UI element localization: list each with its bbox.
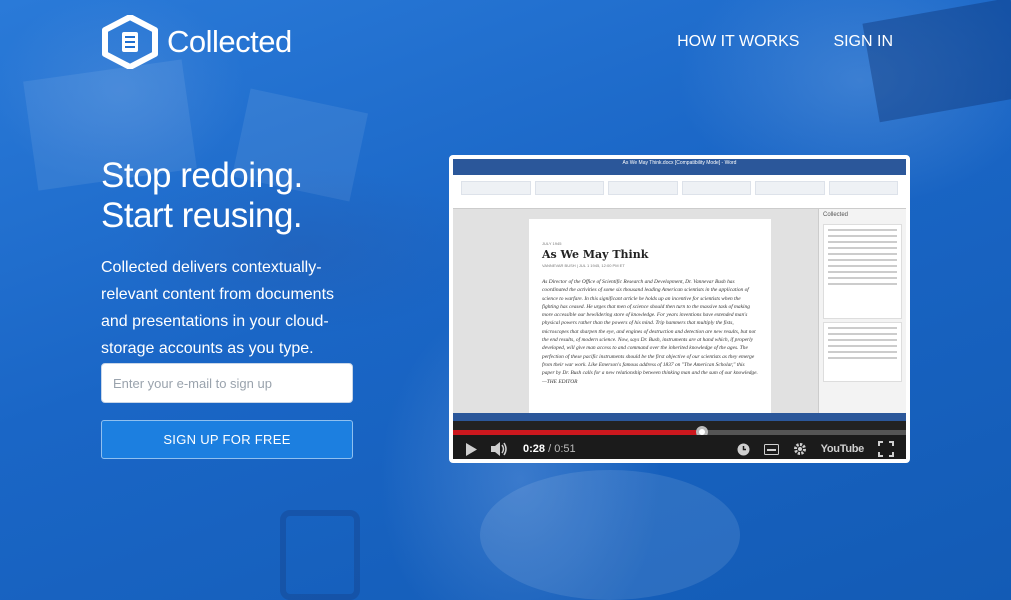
youtube-logo[interactable]: YouTube	[821, 443, 865, 455]
background-person	[480, 470, 740, 600]
document-body: As Director of the Office of Scientific …	[542, 279, 758, 385]
text-line	[828, 253, 897, 255]
collected-side-panel: Collected	[818, 209, 906, 413]
hero-description: Collected delivers contextually-relevant…	[101, 259, 335, 357]
video-controls: 0:28 / 0:51 YouTube	[453, 435, 906, 459]
sign-up-button[interactable]: SIGN UP FOR FREE	[101, 420, 353, 459]
captions-icon[interactable]	[763, 443, 779, 455]
ribbon-group	[534, 181, 604, 195]
document-page: JULY 1945 As We May Think VANNEVAR BUSH …	[529, 219, 771, 419]
ribbon-group	[608, 181, 678, 195]
hero-section: Stop redoing. Start reusing. Collected d…	[101, 156, 361, 362]
document-meta: JULY 1945	[542, 241, 562, 246]
volume-icon[interactable]	[491, 442, 509, 456]
text-line	[828, 333, 897, 335]
text-line	[828, 247, 897, 249]
side-panel-title: Collected	[823, 212, 849, 218]
current-time: 0:28	[523, 443, 546, 455]
text-line	[828, 357, 897, 359]
text-line	[828, 283, 897, 285]
email-input[interactable]	[101, 363, 353, 403]
nav-how-it-works-link[interactable]: HOW IT WORKS	[677, 33, 799, 51]
headline-line-2: Start reusing.	[101, 196, 303, 235]
ribbon-group	[461, 181, 531, 195]
hero-headline: Stop redoing. Start reusing.	[101, 156, 361, 236]
text-line	[828, 327, 897, 329]
nav-sign-in-link[interactable]: SIGN IN	[833, 33, 893, 51]
video-frame-word-screenshot: As We May Think.docx [Compatibility Mode…	[453, 159, 906, 421]
demo-video-player[interactable]: As We May Think.docx [Compatibility Mode…	[449, 155, 910, 463]
ribbon-group	[681, 181, 751, 195]
headline-line-1: Stop redoing.	[101, 156, 303, 195]
text-line	[828, 235, 897, 237]
ribbon-group	[828, 181, 898, 195]
side-panel-card	[823, 224, 902, 319]
word-title-bar: As We May Think.docx [Compatibility Mode…	[453, 159, 906, 168]
video-time: 0:28 / 0:51	[523, 443, 576, 455]
hexagon-logo-icon	[102, 15, 158, 69]
settings-gear-icon[interactable]	[793, 442, 807, 456]
text-line	[828, 339, 897, 341]
time-separator: /	[548, 443, 552, 455]
watch-later-clock-icon[interactable]	[737, 443, 750, 456]
background-chair	[280, 510, 360, 600]
nav-links: HOW IT WORKS SIGN IN	[677, 33, 893, 51]
document-byline: VANNEVAR BUSH | JUL 1 1945, 12:00 PM ET	[542, 263, 625, 268]
text-line	[828, 345, 897, 347]
text-line	[828, 271, 897, 273]
word-ribbon-tabs	[453, 168, 906, 175]
fullscreen-icon[interactable]	[878, 441, 894, 457]
text-line	[828, 351, 897, 353]
brand-logo[interactable]: Collected	[101, 15, 292, 69]
side-panel-card	[823, 322, 902, 382]
text-line	[828, 241, 897, 243]
ribbon-group	[755, 181, 825, 195]
word-document-canvas: JULY 1945 As We May Think VANNEVAR BUSH …	[453, 209, 818, 419]
top-nav: Collected HOW IT WORKS SIGN IN	[101, 14, 893, 70]
ribbon-groups	[461, 181, 898, 195]
document-title: As We May Think	[542, 248, 649, 261]
word-ribbon	[453, 175, 906, 209]
text-line	[828, 265, 897, 267]
word-status-bar	[453, 413, 906, 421]
text-line	[828, 229, 897, 231]
brand-name: Collected	[167, 24, 292, 59]
text-line	[828, 259, 897, 261]
play-icon[interactable]	[465, 442, 477, 456]
duration: 0:51	[554, 443, 576, 455]
text-line	[828, 277, 897, 279]
